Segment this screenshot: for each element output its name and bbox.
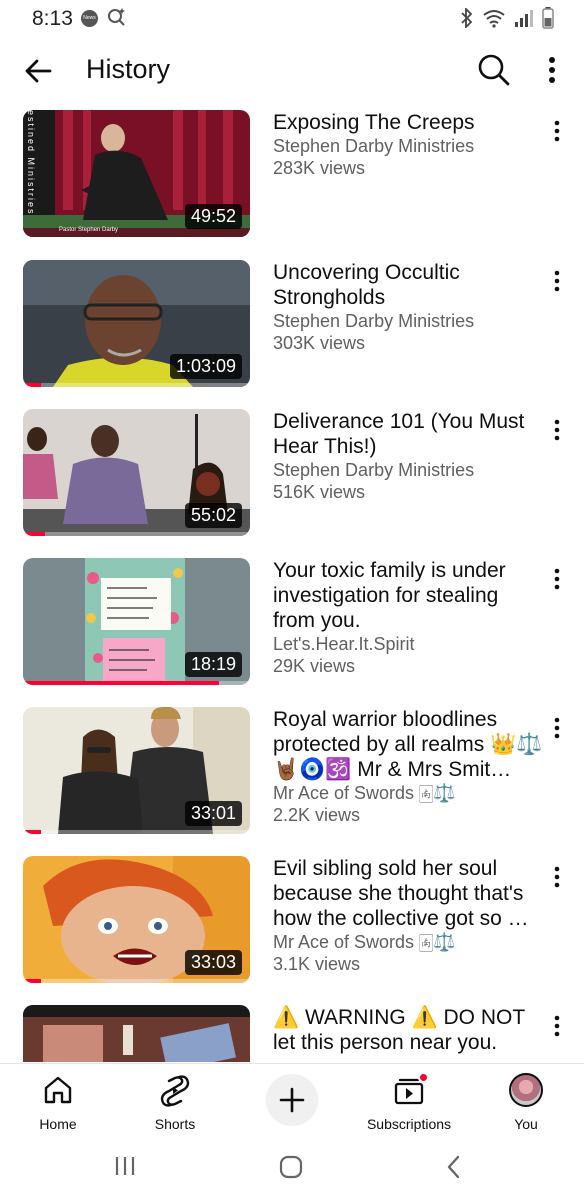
view-count: 2.2K views xyxy=(273,805,361,825)
nav-you-label: You xyxy=(514,1116,538,1132)
video-meta[interactable]: ⚠️ WARNING ⚠️ DO NOT let this person nea… xyxy=(273,1005,543,1055)
progress-track xyxy=(23,979,250,983)
nav-shorts-label: Shorts xyxy=(154,1116,196,1132)
home-icon xyxy=(44,1076,72,1104)
system-nav-bar xyxy=(0,1136,584,1200)
video-meta[interactable]: Evil sibling sold her soul because she t… xyxy=(273,856,543,975)
video-item[interactable]: 1:03:09 Uncovering Occultic Strongholds … xyxy=(0,260,584,390)
status-time: 8:13 xyxy=(32,7,73,30)
video-title[interactable]: Deliverance 101 (You Must Hear This!) xyxy=(273,409,543,459)
view-count: 29K views xyxy=(273,656,356,676)
nav-subscriptions[interactable]: Subscriptions xyxy=(359,1072,459,1132)
video-item[interactable]: 55:02 Deliverance 101 (You Must Hear Thi… xyxy=(0,409,584,539)
video-title[interactable]: ⚠️ WARNING ⚠️ DO NOT let this person nea… xyxy=(273,1005,543,1055)
watch-progress-bar xyxy=(23,383,41,387)
app-header: History xyxy=(0,42,584,98)
bluetooth-icon xyxy=(461,8,473,28)
search-notification-icon xyxy=(108,8,125,26)
duration-badge: 1:03:09 xyxy=(169,354,242,379)
video-title[interactable]: Uncovering Occultic Strongholds xyxy=(273,260,543,310)
channel-name: Mr Ace of Swords 🀁⚖️ xyxy=(273,932,456,952)
video-item[interactable]: 33:03 Evil sibling sold her soul because… xyxy=(0,856,584,986)
create-button[interactable] xyxy=(266,1074,318,1126)
bottom-nav: Home Shorts Subscriptions You xyxy=(0,1063,584,1135)
progress-track xyxy=(23,383,250,387)
thumbnail-side-text: estined Ministries xyxy=(26,110,36,216)
view-count: 283K views xyxy=(273,158,366,178)
video-item[interactable]: 18:19 Your toxic family is under investi… xyxy=(0,558,584,688)
more-options-icon[interactable] xyxy=(540,54,564,88)
new-content-dot xyxy=(418,1072,429,1083)
channel-name: Stephen Darby Ministries xyxy=(273,460,475,480)
create-plus-icon xyxy=(279,1087,305,1113)
video-meta[interactable]: Royal warrior bloodlines protected by al… xyxy=(273,707,543,826)
video-thumbnail[interactable]: 33:03 xyxy=(23,856,250,983)
channel-name: Mr Ace of Swords 🀁⚖️ xyxy=(273,783,456,803)
battery-icon xyxy=(542,7,554,29)
video-title[interactable]: Your toxic family is under investigation… xyxy=(273,558,543,633)
video-title[interactable]: Royal warrior bloodlines protected by al… xyxy=(273,707,543,782)
video-more-icon[interactable] xyxy=(547,1011,567,1041)
nav-you[interactable]: You xyxy=(476,1072,576,1132)
duration-badge: 18:19 xyxy=(184,652,242,677)
channel-name: Stephen Darby Ministries xyxy=(273,136,475,156)
video-item[interactable]: ⚠️ WARNING ⚠️ DO NOT let this person nea… xyxy=(0,1005,584,1062)
channel-name: Stephen Darby Ministries xyxy=(273,311,475,331)
video-more-icon[interactable] xyxy=(547,564,567,594)
video-thumbnail[interactable]: 55:02 xyxy=(23,409,250,536)
page-title: History xyxy=(86,54,171,84)
nav-home[interactable]: Home xyxy=(8,1072,108,1132)
system-back-icon[interactable] xyxy=(444,1154,464,1180)
watch-progress-bar xyxy=(23,532,45,536)
video-thumbnail[interactable]: 1:03:09 xyxy=(23,260,250,387)
nav-subscriptions-label: Subscriptions xyxy=(366,1116,452,1132)
video-thumbnail[interactable]: estined Ministries Pastor Stephen Darby … xyxy=(23,110,250,237)
channel-name: Let's.Hear.It.Spirit xyxy=(273,634,415,654)
search-icon[interactable] xyxy=(476,52,512,88)
video-meta[interactable]: Your toxic family is under investigation… xyxy=(273,558,543,677)
view-count: 516K views xyxy=(273,482,366,502)
video-thumbnail[interactable]: 33:01 xyxy=(23,707,250,834)
recent-apps-icon[interactable] xyxy=(112,1154,138,1178)
news-notification-icon: News xyxy=(81,10,98,27)
video-more-icon[interactable] xyxy=(547,415,567,445)
shorts-icon xyxy=(160,1075,190,1107)
video-title[interactable]: Exposing The Creeps xyxy=(273,110,543,135)
history-list: estined Ministries Pastor Stephen Darby … xyxy=(0,110,584,1062)
progress-track xyxy=(23,532,250,536)
thumbnail-caption: Pastor Stephen Darby xyxy=(59,227,119,233)
video-more-icon[interactable] xyxy=(547,266,567,296)
duration-badge: 33:01 xyxy=(184,801,242,826)
video-thumbnail[interactable]: 18:19 xyxy=(23,558,250,685)
wifi-icon xyxy=(483,10,505,28)
video-more-icon[interactable] xyxy=(547,713,567,743)
signal-icon xyxy=(515,10,533,27)
system-home-icon[interactable] xyxy=(278,1154,304,1180)
duration-badge: 49:52 xyxy=(184,204,242,229)
watch-progress-bar xyxy=(23,830,41,834)
nav-home-label: Home xyxy=(39,1116,77,1132)
video-meta[interactable]: Deliverance 101 (You Must Hear This!) St… xyxy=(273,409,543,503)
watch-progress-bar xyxy=(23,979,41,983)
video-more-icon[interactable] xyxy=(547,862,567,892)
video-more-icon[interactable] xyxy=(547,116,567,146)
status-bar: 8:13 News xyxy=(0,0,584,36)
view-count: 3.1K views xyxy=(273,954,361,974)
view-count: 303K views xyxy=(273,333,366,353)
video-item[interactable]: estined Ministries Pastor Stephen Darby … xyxy=(0,110,584,240)
video-meta[interactable]: Exposing The Creeps Stephen Darby Minist… xyxy=(273,110,543,179)
thumbnail-image xyxy=(23,1005,250,1062)
video-meta[interactable]: Uncovering Occultic Strongholds Stephen … xyxy=(273,260,543,354)
avatar xyxy=(509,1073,543,1107)
progress-track xyxy=(23,830,250,834)
back-arrow-icon[interactable] xyxy=(22,54,56,88)
video-thumbnail[interactable] xyxy=(23,1005,250,1062)
video-title[interactable]: Evil sibling sold her soul because she t… xyxy=(273,856,543,931)
nav-shorts[interactable]: Shorts xyxy=(125,1072,225,1132)
video-item[interactable]: 33:01 Royal warrior bloodlines protected… xyxy=(0,707,584,837)
duration-badge: 33:03 xyxy=(184,950,242,975)
watch-progress-bar xyxy=(23,681,219,685)
duration-badge: 55:02 xyxy=(184,503,242,528)
